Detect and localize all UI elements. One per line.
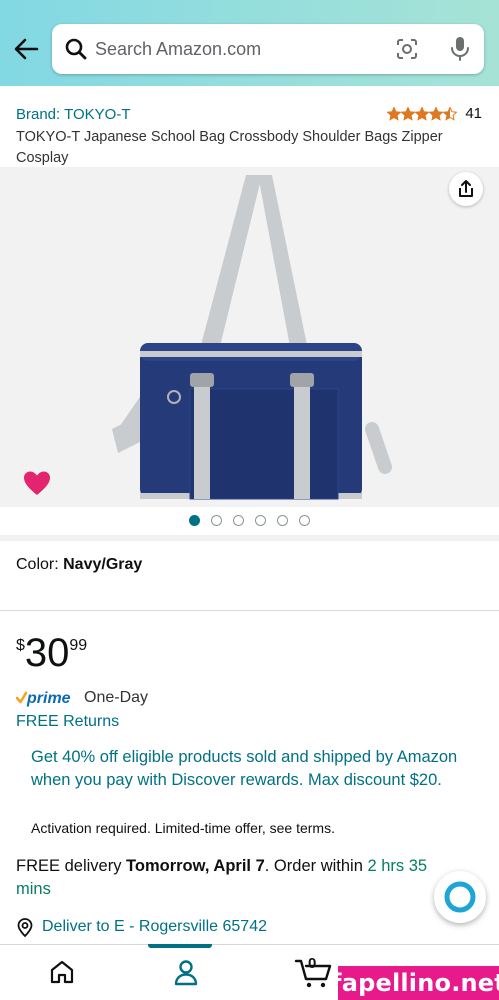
search-box[interactable]	[52, 24, 484, 74]
price-fraction: 99	[69, 637, 88, 654]
active-tab-indicator	[148, 944, 212, 948]
watermark: fapellino.net	[331, 966, 499, 1000]
prime-logo-icon: prime	[16, 690, 71, 707]
star-rating-icon	[387, 106, 458, 120]
color-value: Navy/Gray	[63, 556, 143, 573]
heart-icon[interactable]	[21, 467, 53, 499]
delivery-date: Tomorrow, April 7	[126, 857, 265, 875]
rating-summary[interactable]: 41	[387, 105, 482, 122]
image-dot-2[interactable]	[211, 514, 222, 526]
price-whole: 30	[24, 631, 70, 675]
brand-link[interactable]: Brand: TOKYO-T	[16, 106, 131, 123]
image-dot-4[interactable]	[255, 514, 266, 526]
rating-count: 41	[465, 105, 482, 122]
product-image[interactable]	[100, 167, 400, 507]
price: $ 30 99	[16, 630, 87, 676]
search-input[interactable]	[95, 32, 375, 66]
location-pin-icon	[17, 918, 33, 937]
prime-one-day: One-Day	[84, 689, 149, 706]
delivery-middle: . Order within	[264, 857, 368, 875]
divider	[0, 610, 499, 611]
image-dot-5[interactable]	[277, 514, 288, 526]
alexa-icon	[444, 881, 476, 913]
top-bar	[0, 0, 499, 86]
color-label: Color:	[16, 556, 64, 573]
home-icon[interactable]	[48, 958, 76, 986]
color-selector[interactable]: Color: Navy/Gray	[16, 556, 142, 574]
image-dot-1[interactable]	[189, 514, 200, 526]
share-icon	[459, 180, 473, 197]
discover-offer-link[interactable]: Get 40% off eligible products sold and s…	[31, 746, 461, 792]
image-pagination	[0, 509, 499, 531]
free-returns-link[interactable]: FREE Returns	[16, 713, 119, 731]
delivery-info: FREE delivery Tomorrow, April 7. Order w…	[16, 855, 466, 901]
image-dot-3[interactable]	[233, 514, 244, 526]
prime-badge: prime One-Day	[16, 688, 148, 708]
offer-terms: Activation required. Limited-time offer,…	[31, 820, 335, 836]
account-icon[interactable]	[172, 958, 200, 986]
microphone-icon[interactable]	[448, 35, 472, 63]
image-dot-6[interactable]	[299, 514, 310, 526]
section-divider	[0, 535, 499, 541]
delivery-prefix: FREE delivery	[16, 857, 127, 875]
camera-scan-icon[interactable]	[395, 37, 419, 61]
back-arrow-icon[interactable]	[10, 33, 42, 65]
product-title: TOKYO-T Japanese School Bag Crossbody Sh…	[16, 129, 443, 166]
deliver-to-link[interactable]: Deliver to E - Rogersville 65742	[16, 917, 267, 937]
share-button[interactable]	[449, 172, 483, 206]
alexa-button[interactable]	[434, 871, 486, 923]
deliver-to-label: Deliver to E - Rogersville 65742	[42, 918, 267, 935]
cart-count-badge: 0	[308, 955, 317, 972]
search-icon	[65, 38, 87, 60]
svg-text:prime: prime	[26, 690, 71, 707]
price-symbol: $	[16, 637, 25, 654]
